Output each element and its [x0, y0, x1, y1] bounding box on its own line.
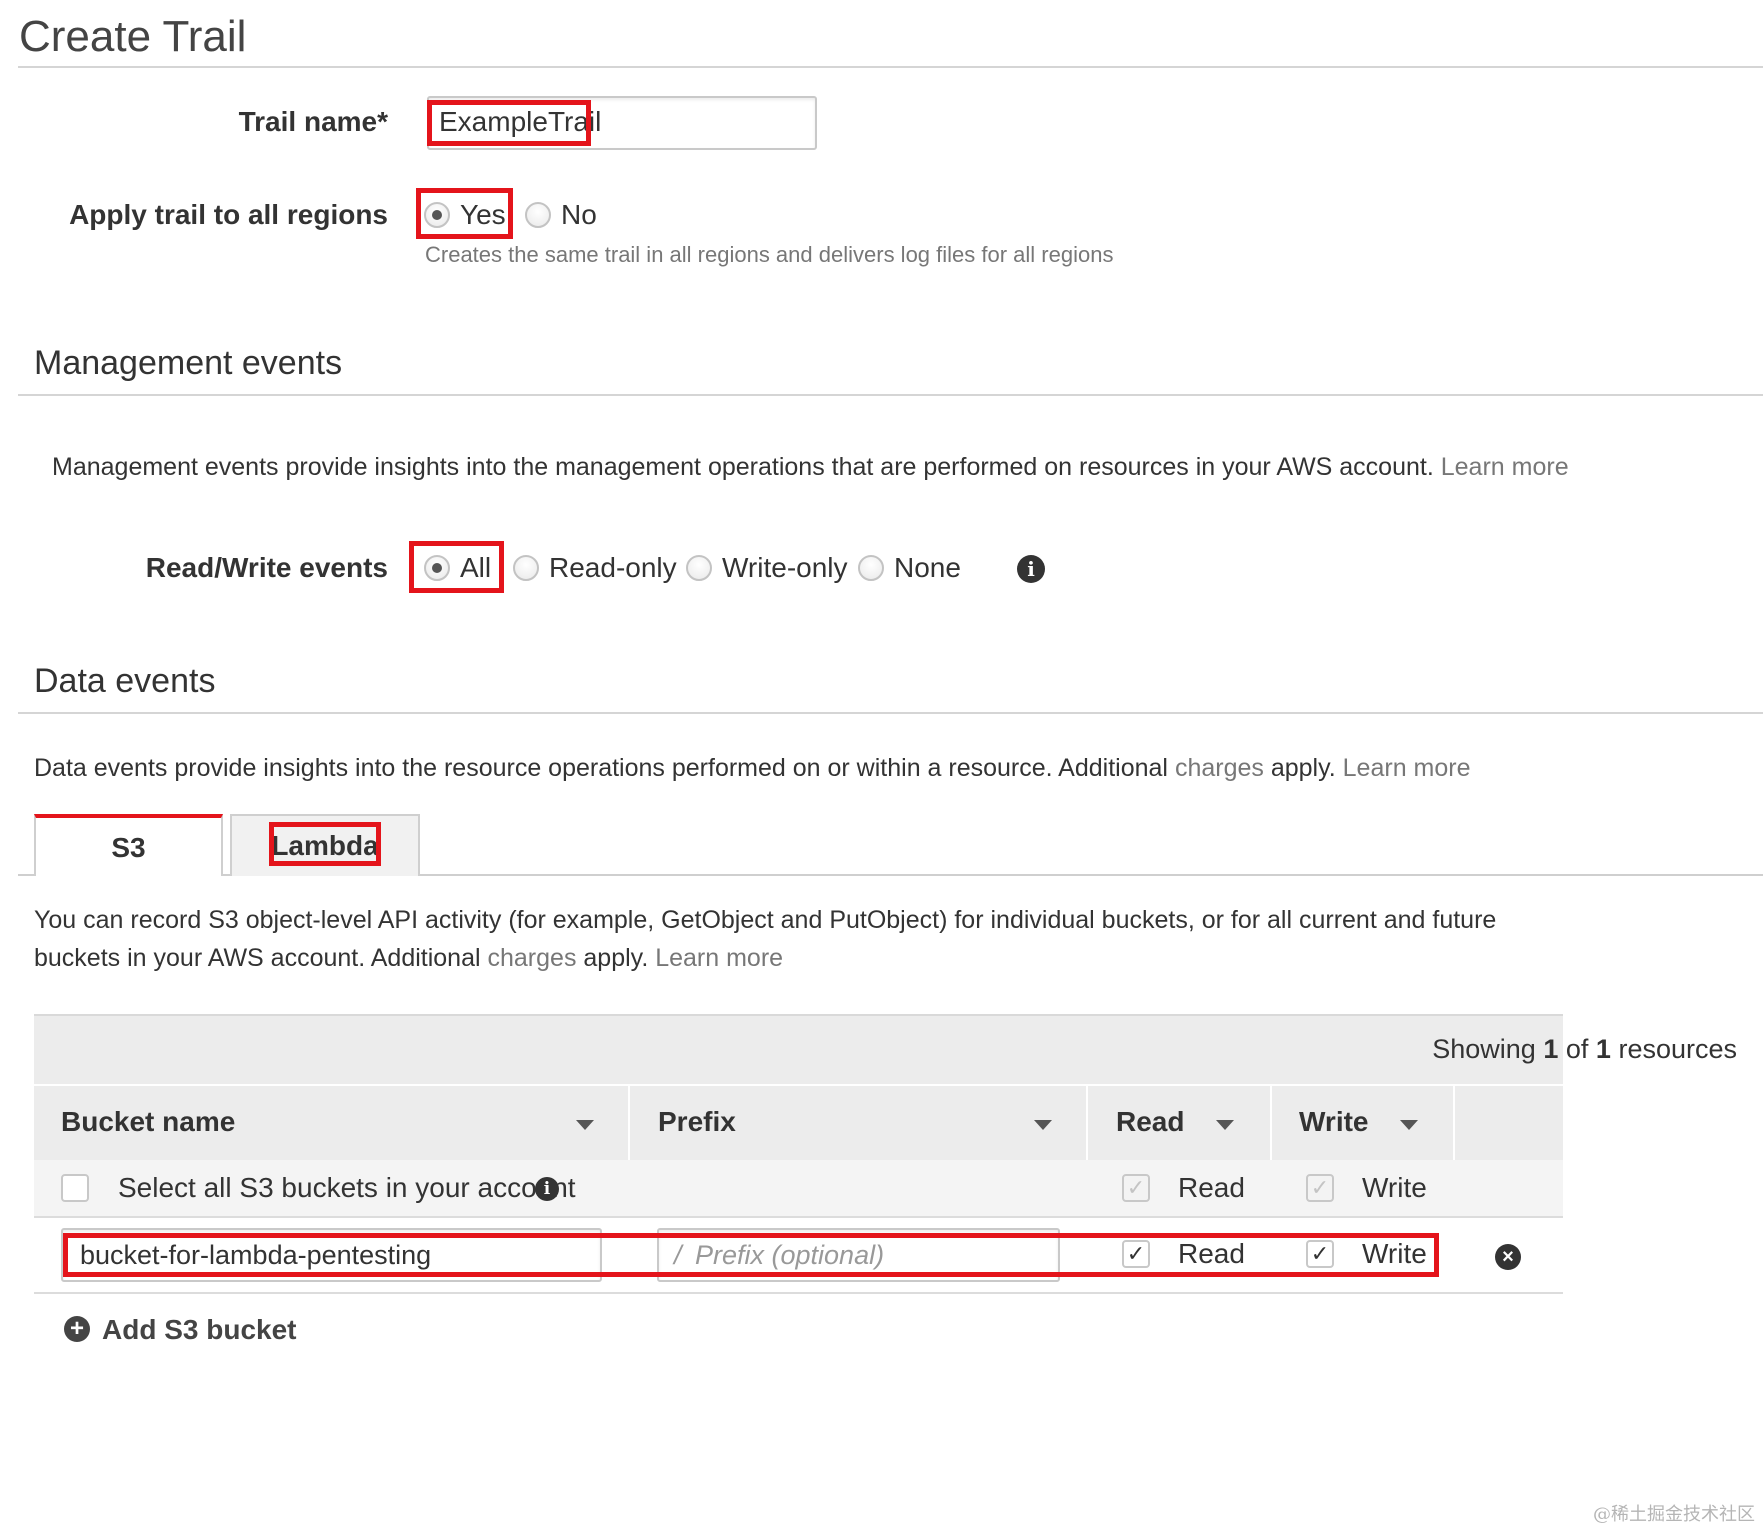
- select-all-label: Select all S3 buckets in your account: [118, 1172, 576, 1203]
- data-events-desc-text: Data events provide insights into the re…: [34, 754, 1168, 782]
- radio-rw-readonly[interactable]: [513, 555, 539, 581]
- s3-desc-text: buckets in your AWS account. Additional: [34, 944, 481, 972]
- data-events-charges-link[interactable]: charges: [1175, 754, 1264, 782]
- remove-row-icon[interactable]: ×: [1495, 1244, 1521, 1270]
- column-header-read[interactable]: Read: [1116, 1106, 1184, 1138]
- management-divider: [18, 394, 1763, 396]
- page-title: Create Trail: [19, 12, 247, 61]
- data-events-title: Data events: [34, 662, 216, 700]
- radio-rw-writeonly[interactable]: [686, 555, 712, 581]
- rw-events-label: Read/Write events: [145, 552, 388, 583]
- highlight-box: [427, 100, 591, 146]
- s3-description-line1: You can record S3 object-level API activ…: [34, 906, 1497, 934]
- management-events-description: Management events provide insights into …: [52, 453, 1569, 482]
- management-learn-more-link[interactable]: Learn more: [1441, 453, 1569, 481]
- select-all-read-checkbox: ✓: [1122, 1174, 1150, 1202]
- radio-rw-none[interactable]: [858, 555, 884, 581]
- s3-learn-more-link[interactable]: Learn more: [655, 944, 783, 972]
- s3-apply-text: apply.: [583, 944, 649, 972]
- s3-description-line2: buckets in your AWS account. Additional …: [34, 944, 783, 973]
- info-icon[interactable]: i: [1017, 555, 1045, 583]
- info-icon[interactable]: i: [535, 1177, 559, 1201]
- data-events-learn-more-link[interactable]: Learn more: [1343, 754, 1471, 782]
- data-events-description: Data events provide insights into the re…: [34, 754, 1471, 783]
- showing-total: 1: [1595, 1034, 1611, 1064]
- column-separator: [1270, 1086, 1272, 1160]
- select-all-read-label: Read: [1178, 1172, 1245, 1203]
- highlight-box: [416, 188, 513, 239]
- apply-regions-help: Creates the same trail in all regions an…: [425, 242, 1114, 267]
- s3-charges-link[interactable]: charges: [488, 944, 577, 972]
- apply-regions-label: Apply trail to all regions: [69, 199, 388, 230]
- row-divider: [34, 1292, 1563, 1294]
- radio-rw-none-label: None: [894, 552, 961, 583]
- highlight-box: [269, 822, 381, 866]
- column-header-prefix[interactable]: Prefix: [658, 1106, 736, 1138]
- tab-s3-label: S3: [111, 832, 146, 863]
- sort-caret-icon[interactable]: [1400, 1120, 1418, 1130]
- select-all-checkbox[interactable]: [61, 1174, 89, 1202]
- column-header-write[interactable]: Write: [1299, 1106, 1369, 1138]
- column-separator: [1086, 1086, 1088, 1160]
- watermark: @稀土掘金技术社区: [1593, 1504, 1755, 1525]
- sort-caret-icon[interactable]: [1034, 1120, 1052, 1130]
- title-divider: [18, 66, 1763, 68]
- management-events-title: Management events: [34, 344, 343, 382]
- highlight-box: [63, 1233, 1439, 1277]
- showing-prefix: Showing: [1432, 1034, 1536, 1064]
- radio-rw-readonly-label: Read-only: [549, 552, 677, 583]
- radio-rw-writeonly-label: Write-only: [722, 552, 848, 583]
- data-events-apply-text: apply.: [1270, 754, 1336, 782]
- select-all-write-label: Write: [1362, 1172, 1427, 1203]
- column-separator: [628, 1086, 630, 1160]
- showing-count: 1: [1543, 1034, 1559, 1064]
- showing-of: of: [1565, 1034, 1589, 1064]
- add-icon[interactable]: +: [64, 1316, 90, 1342]
- highlight-box: [409, 541, 504, 593]
- radio-regions-no-label: No: [561, 199, 597, 230]
- column-header-bucket-name[interactable]: Bucket name: [61, 1106, 235, 1138]
- select-all-write-checkbox: ✓: [1306, 1174, 1334, 1202]
- showing-suffix: resources: [1618, 1034, 1737, 1064]
- table-header: [34, 1014, 1563, 1160]
- sort-caret-icon[interactable]: [576, 1120, 594, 1130]
- column-separator: [1453, 1086, 1455, 1160]
- trail-name-label: Trail name*: [238, 106, 388, 137]
- sort-caret-icon[interactable]: [1216, 1120, 1234, 1130]
- add-s3-bucket-link[interactable]: Add S3 bucket: [102, 1314, 296, 1346]
- header-separator: [34, 1084, 1563, 1086]
- radio-regions-no[interactable]: [525, 202, 551, 228]
- data-events-divider: [18, 712, 1763, 714]
- table-showing-count: Showing 1 of 1 resources: [1432, 1034, 1737, 1065]
- tab-s3[interactable]: S3: [34, 814, 223, 876]
- management-desc-text: Management events provide insights into …: [52, 453, 1434, 481]
